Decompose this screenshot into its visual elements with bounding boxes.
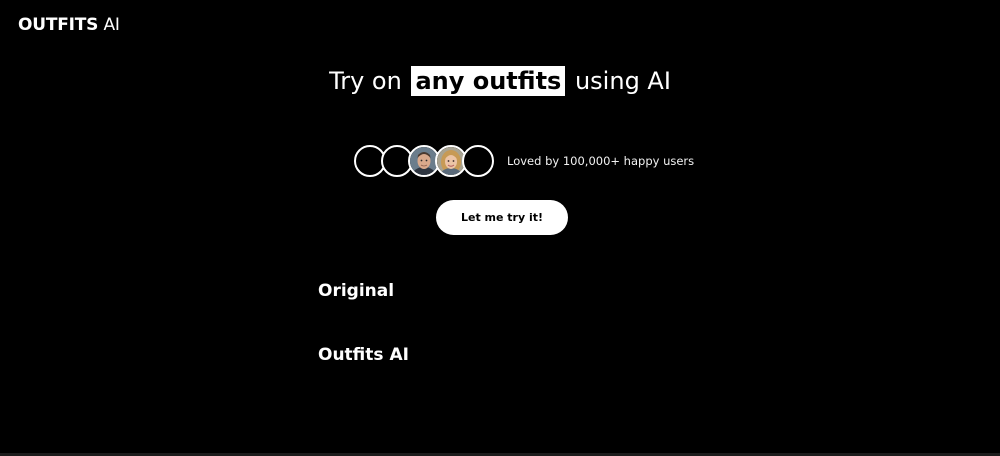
original-label: Original — [318, 281, 395, 301]
hero-headline: Try on any outfits using AI — [0, 64, 1000, 98]
logo-suffix: AI — [103, 15, 120, 35]
page: OUTFITS AI Try on any outfits using AI L… — [0, 0, 1000, 456]
logo-brand: OUTFITS — [18, 15, 99, 35]
headline-highlight: any outfits — [411, 66, 566, 96]
social-proof-text: Loved by 100,000+ happy users — [507, 153, 695, 168]
outfits-ai-label: Outfits AI — [318, 345, 409, 365]
headline-after: using AI — [574, 67, 671, 95]
try-it-button[interactable]: Let me try it! — [436, 200, 568, 235]
avatar-empty — [462, 144, 494, 177]
logo[interactable]: OUTFITS AI — [18, 14, 120, 36]
headline-before: Try on — [329, 67, 402, 95]
social-proof: Loved by 100,000+ happy users — [354, 144, 694, 177]
user-avatars — [354, 144, 494, 177]
